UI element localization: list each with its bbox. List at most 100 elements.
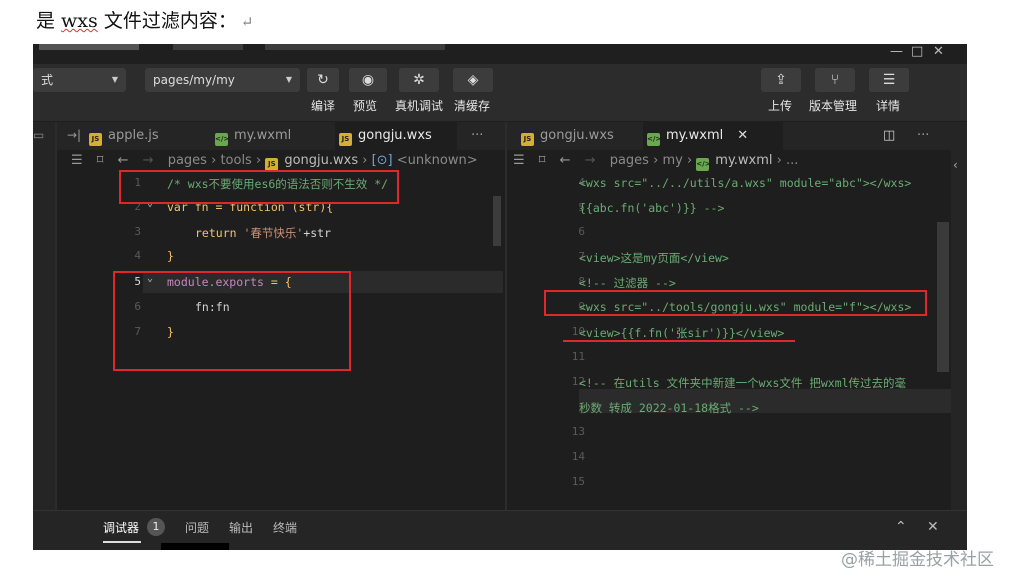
annotation-box [544, 290, 927, 316]
upload-label: 上传 [768, 99, 793, 113]
breadcrumb-item[interactable]: pages [610, 153, 649, 168]
right-editor: JS gongju.wxs </> my.wxml ✕ ◫ ··· ☰ ⌑ ← → p… [507, 122, 951, 510]
tab-gongju-wxs[interactable]: JS gongju.wxs [517, 122, 635, 150]
split-icon[interactable]: ▭ [33, 128, 44, 142]
preview-button[interactable]: ◉ [349, 68, 387, 92]
tab-label: my.wxml [234, 128, 292, 143]
bookmark-icon[interactable]: ⌑ [97, 153, 104, 168]
bug-icon: ✲ [413, 72, 425, 88]
more-tabs-icon[interactable]: ··· [467, 122, 483, 150]
list-icon[interactable]: ☰ [71, 153, 83, 168]
chevron-right-icon: › [362, 153, 372, 168]
code-line: <!-- 过滤器 --> [579, 276, 676, 290]
breadcrumb-item[interactable]: ... [786, 153, 798, 168]
wxml-file-icon: </> [215, 133, 229, 146]
forward-icon[interactable]: → [143, 153, 154, 168]
title-blur [39, 44, 139, 50]
tab-label: gongju.wxs [358, 128, 432, 143]
version-button[interactable]: ⑂ [815, 68, 855, 92]
maximize-icon[interactable]: □ [911, 44, 923, 59]
line-number: 3 [134, 225, 141, 238]
braces-icon: [⊙] [371, 153, 393, 168]
minimize-icon[interactable]: — [890, 44, 903, 59]
tab-problems[interactable]: 问题 [185, 519, 209, 536]
close-window-icon[interactable]: ✕ [933, 44, 944, 59]
js-file-icon: JS [89, 133, 102, 146]
tab-debugger[interactable]: 调试器 [103, 519, 139, 536]
split-editor-icon[interactable]: ◫ [883, 128, 895, 143]
breadcrumb-item[interactable]: pages [168, 153, 207, 168]
compile-button[interactable]: ↻ [307, 68, 339, 92]
wxml-file-icon: </> [696, 158, 711, 171]
right-gutter: ‹ [951, 122, 967, 510]
redacted-block [161, 543, 229, 550]
chevron-right-icon: › [255, 153, 266, 168]
back-icon[interactable]: ← [560, 153, 571, 168]
caption-prefix: 是 [36, 10, 62, 32]
left-breadcrumb: ☰ ⌑ ← → pages › tools › JS gongju.wxs › [… [57, 150, 505, 172]
tab-label: my.wxml [666, 128, 724, 143]
collapse-icon[interactable]: ‹ [953, 158, 958, 172]
tab-output[interactable]: 输出 [229, 519, 253, 536]
chevron-right-icon: › [686, 153, 697, 168]
tab-my-wxml[interactable]: </> my.wxml [211, 122, 329, 150]
breadcrumb-item[interactable]: tools [220, 153, 251, 168]
annotation-box [119, 170, 399, 204]
mode-value: 式 [41, 73, 54, 87]
close-tab-icon[interactable]: ✕ [737, 128, 748, 143]
code-line: <wxs src="../../utils/a.wxs" module="abc… [579, 176, 912, 190]
tab-apple-js[interactable]: JS apple.js [85, 122, 205, 150]
breadcrumb-item[interactable]: <unknown> [397, 153, 478, 168]
breadcrumb-item[interactable]: my [662, 153, 682, 168]
go-to-file-icon[interactable]: →| [67, 128, 81, 142]
branch-icon: ⑂ [830, 72, 840, 88]
watermark: @稀土掘金技术社区 [841, 550, 994, 570]
forward-icon[interactable]: → [585, 153, 596, 168]
tab-label: apple.js [108, 128, 159, 143]
eye-icon: ◉ [361, 72, 375, 88]
wxml-file-icon: </> [647, 133, 661, 146]
details-button[interactable]: ☰ [869, 68, 909, 92]
device-debug-label: 真机调试 [395, 99, 444, 113]
ide-screenshot: — □ ✕ 式 ▼ pages/my/my ▼ ↻ ◉ ✲ ◈ 编译 预览 真机… [33, 44, 967, 550]
close-panel-icon[interactable]: ✕ [927, 519, 939, 535]
bookmark-icon[interactable]: ⌑ [539, 153, 546, 168]
back-icon[interactable]: ← [118, 153, 129, 168]
tab-gongju-wxs[interactable]: JS gongju.wxs [335, 122, 457, 150]
tab-my-wxml[interactable]: </> my.wxml ✕ [643, 122, 783, 150]
line-number: 11 [571, 350, 585, 363]
list-icon[interactable]: ☰ [513, 153, 525, 168]
chevron-down-icon: ▼ [285, 75, 292, 84]
left-scrollbar-thumb[interactable] [493, 196, 501, 246]
more-tabs-icon[interactable]: ··· [913, 122, 929, 150]
title-blur [265, 44, 445, 50]
code-line: <view>这是my页面</view> [579, 251, 729, 265]
clear-cache-button[interactable]: ◈ [453, 68, 493, 92]
code-line: {{abc.fn('abc')}} --> [579, 201, 725, 215]
clear-cache-label: 清缓存 [454, 99, 491, 113]
code-line: <view>{{f.fn('张sir')}}</view> [579, 326, 785, 340]
breadcrumb-item[interactable]: my.wxml [715, 153, 772, 168]
explorer-strip: ▭ [33, 122, 55, 510]
debugger-count-badge: 1 [147, 518, 165, 536]
compile-label: 编译 [311, 99, 336, 113]
tab-label: gongju.wxs [540, 128, 614, 143]
preview-label: 预览 [353, 99, 378, 113]
breadcrumb-item[interactable]: gongju.wxs [284, 153, 358, 168]
upload-button[interactable]: ⇪ [761, 68, 801, 92]
code-line: return '春节快乐'+str [195, 226, 332, 240]
js-file-icon: JS [339, 133, 352, 146]
right-scrollbar-thumb[interactable] [937, 222, 949, 372]
menu-icon: ☰ [882, 72, 896, 88]
bottom-panel: 调试器 1 问题 输出 终端 ⌃ ✕ [33, 510, 967, 550]
annotation-underline [563, 340, 795, 342]
upload-icon: ⇪ [775, 72, 787, 88]
page-path-select[interactable]: pages/my/my ▼ [145, 68, 300, 92]
chevron-up-icon[interactable]: ⌃ [895, 519, 907, 535]
line-number: 6 [578, 225, 585, 238]
details-label: 详情 [876, 99, 901, 113]
mode-select[interactable]: 式 ▼ [33, 68, 126, 92]
tab-terminal[interactable]: 终端 [273, 519, 297, 536]
device-debug-button[interactable]: ✲ [399, 68, 439, 92]
active-tab-indicator [103, 541, 141, 543]
